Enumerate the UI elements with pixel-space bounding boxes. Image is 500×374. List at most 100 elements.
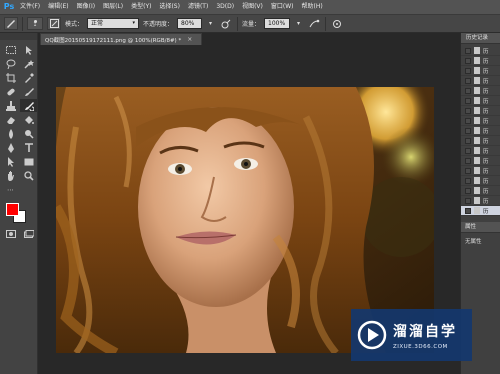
history-row[interactable]: 历 [461, 176, 500, 186]
healing-brush-tool-icon[interactable] [2, 85, 19, 98]
options-bar: 1 模式： 正常 ▾ 不透明度： 80% ▾ 流量： 100% ▾ [0, 14, 500, 33]
history-checkbox[interactable] [465, 207, 471, 214]
zoom-tool-icon[interactable] [20, 169, 37, 182]
mode-select[interactable]: 正常 ▾ [87, 18, 140, 29]
history-row-label: 历 [483, 158, 489, 165]
history-brush-tool-icon[interactable] [20, 99, 37, 112]
menu-select[interactable]: 选择(S) [155, 0, 184, 14]
menu-window[interactable]: 窗口(W) [267, 0, 298, 14]
history-checkbox[interactable] [465, 137, 471, 144]
history-state-icon [474, 197, 480, 204]
type-tool-icon[interactable] [20, 141, 37, 154]
menu-layer[interactable]: 图层(L) [99, 0, 127, 14]
history-state-icon [474, 147, 480, 154]
properties-panel-tab[interactable]: 属性 [461, 222, 500, 233]
history-row[interactable]: 历 [461, 96, 500, 106]
brush-tool-icon[interactable] [20, 85, 37, 98]
opacity-input[interactable]: 80% [177, 18, 203, 29]
history-checkbox[interactable] [465, 47, 471, 54]
history-row-label: 历 [483, 118, 489, 125]
history-checkbox[interactable] [465, 87, 471, 94]
history-panel-tab[interactable]: 历史记录 [461, 33, 500, 44]
opacity-value: 80% [181, 20, 195, 27]
history-row[interactable]: 历 [461, 66, 500, 76]
blur-tool-icon[interactable] [2, 127, 19, 140]
history-checkbox[interactable] [465, 57, 471, 64]
screen-mode-icon[interactable] [20, 227, 37, 240]
history-row[interactable]: 历 [461, 186, 500, 196]
history-row[interactable]: 历 [461, 156, 500, 166]
menu-filter[interactable]: 滤镜(T) [184, 0, 212, 14]
history-row-label: 历 [483, 198, 489, 205]
history-checkbox[interactable] [465, 67, 471, 74]
history-checkbox[interactable] [465, 117, 471, 124]
marquee-tool-icon[interactable] [2, 43, 19, 56]
history-checkbox[interactable] [465, 167, 471, 174]
history-row[interactable]: 历 [461, 136, 500, 146]
brush-preset-icon[interactable] [4, 17, 18, 30]
path-selection-tool-icon[interactable] [2, 155, 19, 168]
hand-tool-icon[interactable] [2, 169, 19, 182]
rectangle-tool-icon[interactable] [20, 155, 37, 168]
document-tab[interactable]: QQ截图20150519172111.png @ 100%(RGB/8#) * … [40, 33, 202, 45]
flow-chevron-down-icon[interactable]: ▾ [294, 17, 303, 30]
lasso-tool-icon[interactable] [2, 57, 19, 70]
history-checkbox[interactable] [465, 97, 471, 104]
history-checkbox[interactable] [465, 197, 471, 204]
history-row[interactable]: 历 [461, 146, 500, 156]
pressure-opacity-icon[interactable] [219, 17, 233, 30]
history-state-icon [474, 77, 480, 84]
history-row-label: 历 [483, 68, 489, 75]
move-tool-icon[interactable] [20, 43, 37, 56]
menu-view[interactable]: 视图(V) [238, 0, 267, 14]
brush-panel-toggle-icon[interactable] [47, 17, 61, 30]
eyedropper-tool-icon[interactable] [20, 71, 37, 84]
close-icon[interactable]: × [187, 36, 192, 43]
airbrush-icon[interactable] [307, 17, 321, 30]
menu-3d[interactable]: 3D(D) [212, 0, 238, 14]
foreground-color-swatch[interactable] [6, 203, 19, 216]
history-checkbox[interactable] [465, 187, 471, 194]
menu-image[interactable]: 图像(I) [73, 0, 99, 14]
history-state-icon [474, 47, 480, 54]
menu-file[interactable]: 文件(F) [16, 0, 44, 14]
history-row-label: 历 [483, 128, 489, 135]
history-row[interactable]: 历 [461, 116, 500, 126]
dodge-tool-icon[interactable] [20, 127, 37, 140]
menu-edit[interactable]: 编辑(E) [44, 0, 72, 14]
pressure-size-icon[interactable] [330, 17, 344, 30]
toolbar-grip[interactable] [0, 33, 37, 40]
history-checkbox[interactable] [465, 147, 471, 154]
history-row[interactable]: 历 [461, 76, 500, 86]
menu-help[interactable]: 帮助(H) [298, 0, 327, 14]
crop-tool-icon[interactable] [2, 71, 19, 84]
opacity-chevron-down-icon[interactable]: ▾ [206, 17, 215, 30]
history-row[interactable]: 历 [461, 196, 500, 206]
pen-tool-icon[interactable] [2, 141, 19, 154]
paint-bucket-tool-icon[interactable] [20, 113, 37, 126]
history-row[interactable]: 历 [461, 206, 500, 216]
menu-type[interactable]: 类型(Y) [127, 0, 155, 14]
history-state-icon [474, 57, 480, 64]
properties-empty-text: 无属性 [465, 239, 482, 245]
history-row[interactable]: 历 [461, 56, 500, 66]
history-row-label: 历 [483, 48, 489, 55]
magic-wand-tool-icon[interactable] [20, 57, 37, 70]
history-checkbox[interactable] [465, 107, 471, 114]
history-checkbox[interactable] [465, 157, 471, 164]
history-checkbox[interactable] [465, 127, 471, 134]
flow-input[interactable]: 100% [264, 18, 291, 29]
history-row[interactable]: 历 [461, 86, 500, 96]
history-row[interactable]: 历 [461, 166, 500, 176]
eraser-tool-icon[interactable] [2, 113, 19, 126]
history-checkbox[interactable] [465, 77, 471, 84]
quick-mask-icon[interactable] [2, 227, 19, 240]
history-checkbox[interactable] [465, 177, 471, 184]
history-row[interactable]: 历 [461, 46, 500, 56]
brush-size-picker[interactable]: 1 [27, 17, 43, 30]
history-row[interactable]: 历 [461, 126, 500, 136]
clone-stamp-tool-icon[interactable] [2, 99, 19, 112]
more-tools-icon[interactable]: ⋯ [2, 183, 19, 196]
history-row-label: 历 [483, 138, 489, 145]
history-row[interactable]: 历 [461, 106, 500, 116]
